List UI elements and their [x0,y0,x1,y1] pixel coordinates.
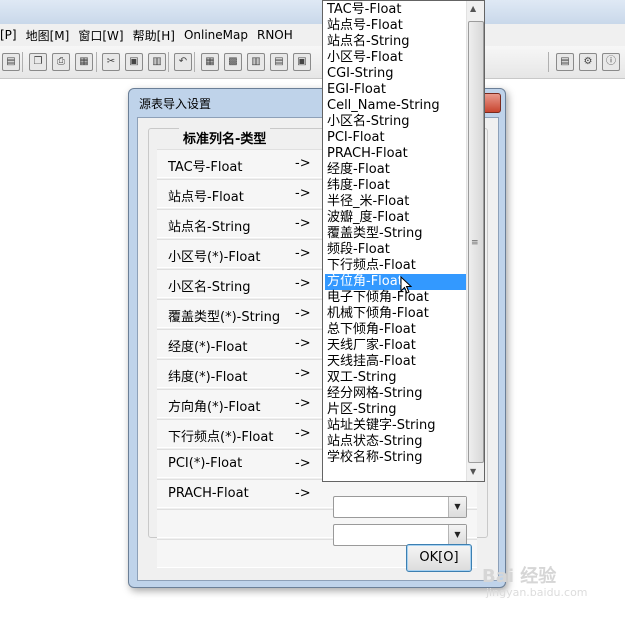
dialog-title: 源表导入设置 [139,97,212,111]
menu-item-map[interactable]: 地图[M] [26,27,79,44]
clipboard-icon[interactable]: ▥ [148,53,166,71]
mapping-select[interactable]: ▼ [333,496,467,518]
arrow-label: -> [295,216,311,231]
dropdown-item[interactable]: 经分网格-String [325,386,467,402]
settings-icon[interactable]: ⚙ [579,53,597,71]
grip-icon: ≡ [471,238,479,248]
dropdown-item[interactable]: 覆盖类型-String [325,226,467,242]
dropdown-item[interactable]: 小区号-Float [325,50,467,66]
column-label: 站点名-String [168,220,251,235]
arrow-label: -> [295,456,311,471]
arrow-label: -> [295,276,311,291]
check-grid-icon[interactable]: ▩ [224,53,242,71]
dropdown-item-selected[interactable]: 方位角-Float [325,274,467,290]
dropdown-item[interactable]: 波瓣_度-Float [325,210,467,226]
dropdown-item[interactable]: EGI-Float [325,82,467,98]
menu-item-onlinemap[interactable]: OnlineMap [184,28,257,42]
copy-icon[interactable]: ❐ [29,53,47,71]
dropdown-item[interactable]: TAC号-Float [325,2,467,18]
mouse-cursor-icon [400,276,412,294]
dropdown-item[interactable]: 纬度-Float [325,178,467,194]
arrow-label: -> [295,156,311,171]
column-label: 经度(*)-Float [168,340,248,355]
doc-icon[interactable]: ▤ [556,53,574,71]
dropdown-scrollbar[interactable]: ▲ ≡ ▼ [466,1,484,481]
dropdown-item[interactable]: Cell_Name-String [325,98,467,114]
arrow-label: -> [295,366,311,381]
dropdown-item[interactable]: 站点号-Float [325,18,467,34]
dropdown-item[interactable]: 小区名-String [325,114,467,130]
folder-icon[interactable]: ▤ [2,53,20,71]
dropdown-item[interactable]: 学校名称-String [325,450,467,466]
info-icon[interactable]: ⓘ [602,53,620,71]
ok-button[interactable]: OK[O] [406,544,472,572]
column-type-dropdown-list[interactable]: TAC号-Float 站点号-Float 站点名-String 小区号-Float CG… [322,0,485,482]
arrow-label: -> [295,396,311,411]
mapping-select[interactable]: ▼ [333,524,467,546]
arrow-label: -> [295,486,311,501]
dropdown-item[interactable]: 下行频点-Float [325,258,467,274]
arrow-label: -> [295,336,311,351]
group-label: 标准列名-类型 [179,128,271,147]
print-icon[interactable]: ⎙ [52,53,70,71]
dropdown-item[interactable]: 站点状态-String [325,434,467,450]
column-label: 覆盖类型(*)-String [168,310,281,325]
column-label: 站点号-Float [168,190,244,205]
dropdown-item[interactable]: 双工-String [325,370,467,386]
dropdown-item[interactable]: 站址关键字-String [325,418,467,434]
menu-item-p[interactable]: [P] [0,28,26,42]
table-icon[interactable]: ▤ [270,53,288,71]
arrow-label: -> [295,246,311,261]
arrow-label: -> [295,306,311,321]
toolbar-separator [194,52,195,72]
column-label: TAC号-Float [168,160,243,175]
toolbar-separator [168,52,169,72]
column-label: PCI(*)-Float [168,456,243,471]
scroll-down-icon[interactable]: ▼ [470,467,476,476]
paste-icon[interactable]: ▣ [125,53,143,71]
chart-icon[interactable]: ▥ [247,53,265,71]
menu-item-window[interactable]: 窗口[W] [78,27,132,44]
chevron-down-icon[interactable]: ▼ [448,525,466,545]
toolbar: ▤ ❐ ⎙ ▦ ✂ ▣ ▥ ↶ ▦ ▩ ▥ ▤ ▣ ▤ ⚙ ⓘ [0,46,625,79]
window-titlebar [0,0,625,24]
export-icon[interactable]: ▦ [75,53,93,71]
menu-item-help[interactable]: 帮助[H] [133,27,184,44]
dropdown-item[interactable]: PCI-Float [325,130,467,146]
column-label: 下行频点(*)-Float [168,430,274,445]
dropdown-item[interactable]: 天线挂高-Float [325,354,467,370]
dropdown-item[interactable]: 天线厂家-Float [325,338,467,354]
cut-icon[interactable]: ✂ [102,53,120,71]
column-label: 小区号(*)-Float [168,250,261,265]
watermark-url: jingyan.baidu.com [486,586,588,599]
scroll-up-icon[interactable]: ▲ [470,4,476,13]
arrow-label: -> [295,186,311,201]
dropdown-item[interactable]: CGI-String [325,66,467,82]
column-label: PRACH-Float [168,486,249,501]
dropdown-item[interactable]: 机械下倾角-Float [325,306,467,322]
dropdown-item[interactable]: 片区-String [325,402,467,418]
toolbar-separator [96,52,97,72]
grid-icon[interactable]: ▦ [201,53,219,71]
menu-item-rnoh[interactable]: RNOH [257,28,302,42]
dropdown-item[interactable]: 经度-Float [325,162,467,178]
undo-icon[interactable]: ↶ [174,53,192,71]
watermark-logo: Bai 经验 [482,566,557,587]
column-label: 小区名-String [168,280,251,295]
arrow-label: -> [295,426,311,441]
menu-bar: [P] 地图[M] 窗口[W] 帮助[H] OnlineMap RNOH [0,24,625,46]
chevron-down-icon[interactable]: ▼ [448,497,466,517]
dropdown-item[interactable]: 电子下倾角-Float [325,290,467,306]
dropdown-item[interactable]: 站点名-String [325,34,467,50]
column-label: 方向角(*)-Float [168,400,261,415]
dropdown-item[interactable]: 总下倾角-Float [325,322,467,338]
column-label: 纬度(*)-Float [168,370,248,385]
dropdown-item[interactable]: 频段-Float [325,242,467,258]
dropdown-item[interactable]: PRACH-Float [325,146,467,162]
toolbar-separator [22,52,23,72]
layout-icon[interactable]: ▣ [293,53,311,71]
dropdown-item[interactable]: 半径_米-Float [325,194,467,210]
toolbar-separator [548,52,549,72]
